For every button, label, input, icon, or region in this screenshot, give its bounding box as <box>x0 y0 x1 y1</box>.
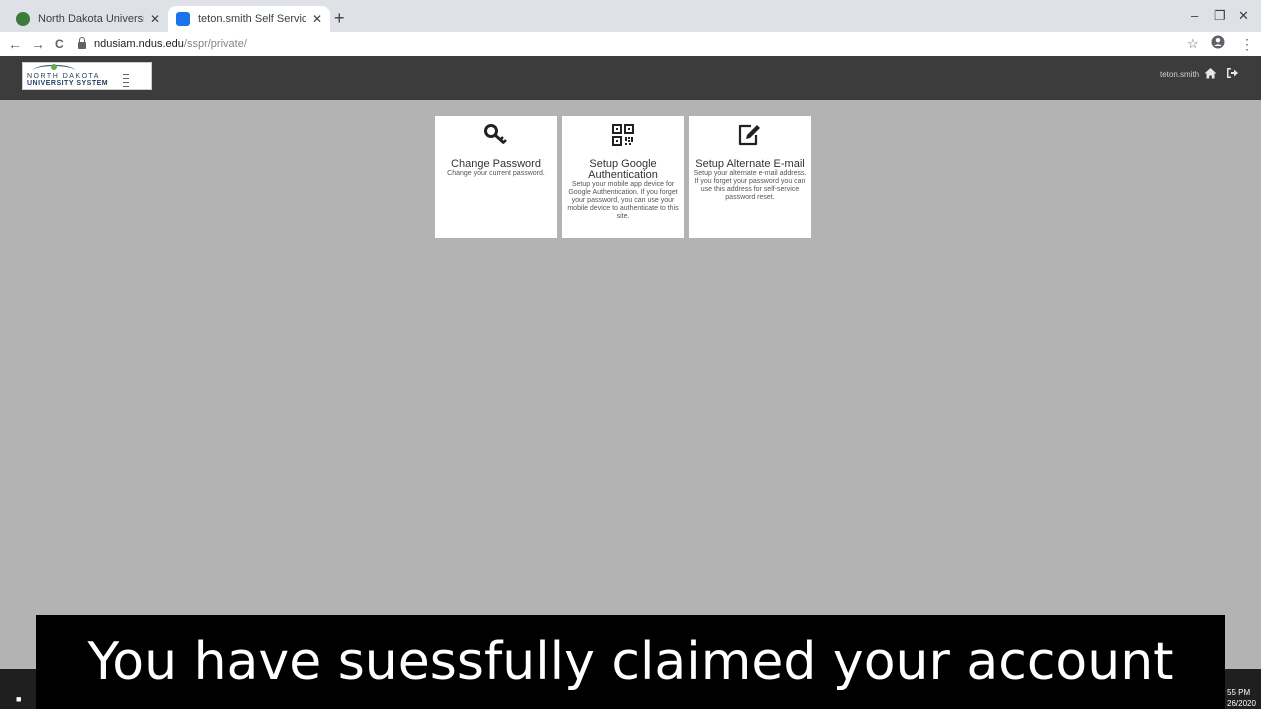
clock-time: 55 PM <box>1227 688 1251 697</box>
star-icon[interactable]: ☆ <box>1187 35 1199 53</box>
card-description: Setup your mobile app device for Google … <box>567 181 679 220</box>
account-icon[interactable] <box>1211 35 1225 53</box>
home-icon[interactable] <box>1204 66 1217 84</box>
card-description: Change your current password. <box>447 170 545 177</box>
tab-title: North Dakota University System <box>38 13 144 25</box>
clock-date: 26/2020 <box>1227 699 1256 708</box>
username-label[interactable]: teton.smith <box>1160 70 1199 79</box>
browser-tab-strip: North Dakota University System ✕ teton.s… <box>0 0 1261 32</box>
browser-toolbar: ← → C ndusiam.ndus.edu/sspr/private/ ☆ ⋮ <box>0 32 1261 56</box>
key-icon <box>484 124 507 145</box>
window-close-button[interactable]: ✕ <box>1238 8 1249 24</box>
setup-google-auth-card[interactable]: Setup Google Authentication Setup your m… <box>562 116 684 238</box>
logout-icon[interactable] <box>1226 66 1239 84</box>
change-password-card[interactable]: Change Password Change your current pass… <box>435 116 557 238</box>
card-title: Setup Google Authentication <box>588 158 658 181</box>
lock-icon <box>78 36 86 49</box>
minimize-button[interactable]: – <box>1191 8 1198 23</box>
app-header: NORTH DAKOTA UNIVERSITY SYSTEM ▬▬ ▬▬ ▬▬ ▬▬ … <box>0 56 1261 100</box>
qr-code-icon <box>612 124 634 146</box>
tab-title: teton.smith Self Service Passwor... <box>198 13 306 25</box>
sspr-favicon-icon <box>176 12 190 26</box>
ndus-favicon-icon <box>16 12 30 26</box>
ndus-logo[interactable]: NORTH DAKOTA UNIVERSITY SYSTEM ▬▬ ▬▬ ▬▬ ▬▬ <box>22 62 152 90</box>
card-title: Change Password <box>451 158 541 170</box>
url-host: ndusiam.ndus.edu <box>94 38 184 50</box>
card-title: Setup Alternate E-mail <box>695 158 805 170</box>
card-description: Setup your alternate e-mail address. If … <box>693 170 807 201</box>
forward-button[interactable]: → <box>31 35 45 53</box>
edit-icon <box>738 124 760 146</box>
browser-tab-ndus[interactable]: North Dakota University System ✕ <box>8 6 168 32</box>
taskbar-clock[interactable]: 55 PM 26/2020 <box>1227 687 1256 709</box>
setup-alternate-email-card[interactable]: Setup Alternate E-mail Setup your altern… <box>689 116 811 238</box>
back-button[interactable]: ← <box>8 35 22 53</box>
windows-start-icon[interactable]: ■ <box>16 694 21 704</box>
logo-line1: NORTH DAKOTA <box>27 73 100 80</box>
address-bar[interactable]: ndusiam.ndus.edu/sspr/private/ <box>78 35 247 53</box>
video-caption: You have suessfully claimed your account <box>36 615 1225 709</box>
tab-close-icon[interactable]: ✕ <box>150 12 160 26</box>
new-tab-button[interactable]: + <box>334 8 345 28</box>
restore-button[interactable]: ❐ <box>1214 8 1226 24</box>
logo-mark-icon <box>51 64 57 70</box>
logo-tagline-icon: ▬▬ ▬▬ ▬▬ ▬▬ <box>123 72 129 88</box>
url-path: /sspr/private/ <box>183 38 247 50</box>
logo-line2: UNIVERSITY SYSTEM <box>27 80 109 87</box>
tab-close-icon[interactable]: ✕ <box>312 12 322 26</box>
browser-tab-sspr[interactable]: teton.smith Self Service Passwor... ✕ <box>168 6 330 32</box>
reload-button[interactable]: C <box>55 35 64 53</box>
menu-icon[interactable]: ⋮ <box>1240 35 1254 53</box>
